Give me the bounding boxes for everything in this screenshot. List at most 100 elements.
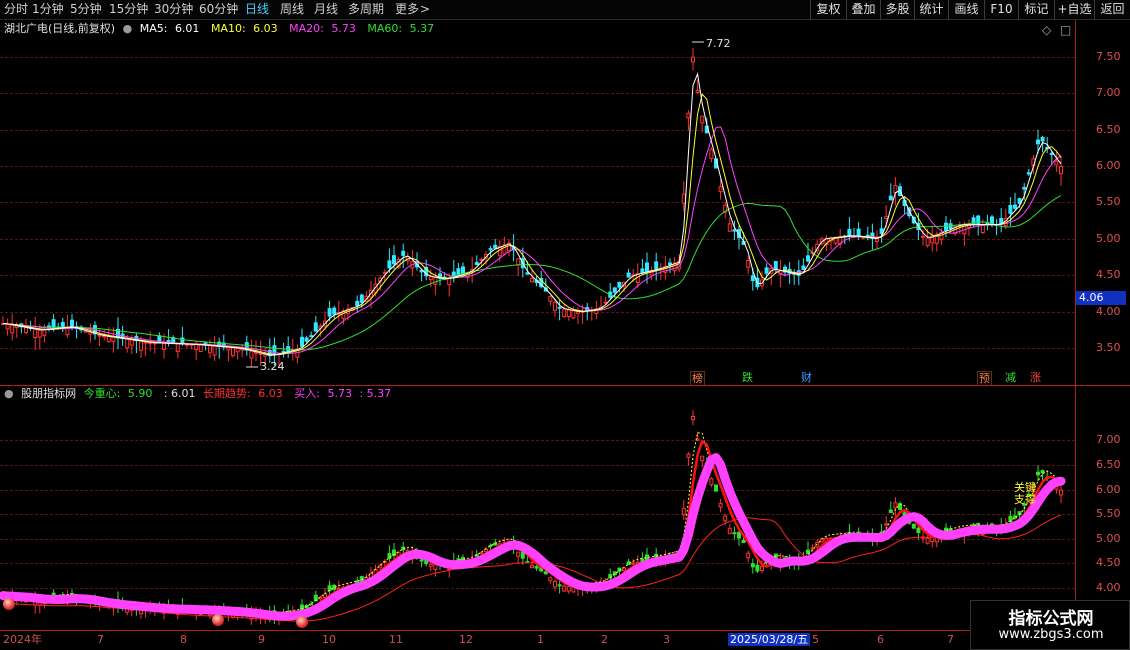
candle-body [548,296,553,302]
trend-line [2,439,1062,618]
candle-body [1008,204,1013,214]
signal-dot [296,616,308,628]
candle-body [737,532,741,539]
chevron-right-icon[interactable]: > [420,2,430,17]
tab-15min[interactable]: 15分钟 [109,2,148,17]
overlay-button[interactable]: 叠加 [846,0,880,20]
draw-line-button[interactable]: 画线 [948,0,984,20]
time-label: 1 [537,633,544,646]
candle-body [557,306,562,309]
back-button[interactable]: 返回 [1094,0,1130,20]
event-ranking[interactable]: 榜 [690,371,705,386]
y-tick-label: 7.50 [1096,50,1121,63]
candle-body [125,338,130,349]
event-finance[interactable]: 财 [800,371,813,384]
candle-body [847,228,852,237]
candle-body [760,565,764,571]
candle-body [433,564,438,570]
candle-body [700,115,705,124]
indicator-chart[interactable] [0,386,1075,630]
y-tick-label: 3.50 [1096,341,1121,354]
candle-body [921,235,925,238]
candle-body [1054,160,1059,166]
tab-more[interactable]: 更多 [395,2,419,17]
add-favorite-button[interactable]: +自选 [1054,0,1094,20]
adjust-button[interactable]: 复权 [810,0,846,20]
multi-stock-button[interactable]: 多股 [880,0,914,20]
candle-body [1026,172,1031,175]
y-tick-label: 5.00 [1096,232,1121,245]
candle-body [249,350,254,359]
cursor-date-label: 2025/03/28/五 [728,633,811,646]
tab-weekly[interactable]: 周线 [280,2,304,17]
candle-body [194,344,199,351]
candle-body [888,509,893,514]
candle-body [382,271,387,274]
candle-body [884,216,889,220]
current-price-tag: 4.06 [1076,291,1126,305]
candle-body [925,537,930,544]
tab-intraday[interactable]: 分时 [4,2,28,17]
time-label: 10 [322,633,336,646]
time-label: 7 [947,633,954,646]
mark-button[interactable]: 标记 [1018,0,1054,20]
candle-body [401,250,406,256]
candle-body [208,345,212,354]
event-forecast[interactable]: 预 [977,371,992,386]
statistics-button[interactable]: 统计 [914,0,948,20]
tab-multi-period[interactable]: 多周期 [348,2,384,17]
candle-body [387,260,392,269]
candle-body [801,265,806,270]
candle-body [695,90,700,94]
candle-body [428,563,433,567]
candle-body [750,563,755,568]
candle-body [553,580,557,588]
candle-body [727,223,732,232]
tab-1min[interactable]: 1分钟 [32,2,64,17]
y-tick-label: 4.00 [1096,581,1121,594]
candle-body [640,268,645,274]
candle-body [1013,204,1017,209]
candle-body [612,287,617,293]
f10-button[interactable]: F10 [984,0,1018,20]
tab-30min[interactable]: 30分钟 [154,2,193,17]
candle-body [714,484,718,492]
time-label: 2024年 [3,633,42,646]
candle-body [875,238,879,242]
tab-daily[interactable]: 日线 [245,2,269,17]
candle-body [681,193,686,204]
candle-body [543,571,548,575]
candle-body [746,552,751,559]
candle-body [37,329,42,338]
candlestick-chart[interactable] [0,20,1075,385]
candle-body [313,322,318,332]
tab-5min[interactable]: 5分钟 [70,2,102,17]
candle-body [1059,165,1063,175]
buy-band [0,453,1066,621]
low-marker-label: 3.24 [260,360,285,373]
candle-body [493,244,498,249]
candle-body [488,248,493,251]
watermark-url: www.zbgs3.com [998,627,1104,642]
event-drop[interactable]: 跌 [741,371,754,384]
y-tick-label: 4.00 [1096,305,1121,318]
y-tick-label: 7.00 [1096,86,1121,99]
event-reduce[interactable]: 减 [1004,371,1017,384]
candle-body [562,585,567,592]
candle-body [686,453,691,458]
candle-body [645,262,649,272]
tab-60min[interactable]: 60分钟 [199,2,238,17]
time-label: 5 [812,633,819,646]
tab-monthly[interactable]: 月线 [314,2,338,17]
candle-body [162,342,166,350]
candle-body [212,345,217,356]
candle-body [732,229,737,232]
time-axis: 2024年 7 8 9 10 11 12 1 2 3 2025/03/28/五 … [0,630,1130,650]
candle-body [764,267,769,274]
y-tick-label: 5.50 [1096,507,1121,520]
time-label: 12 [459,633,473,646]
event-rise[interactable]: 涨 [1029,371,1042,384]
candle-body [916,527,921,534]
y-tick-label: 6.50 [1096,458,1121,471]
candle-body [332,307,337,315]
